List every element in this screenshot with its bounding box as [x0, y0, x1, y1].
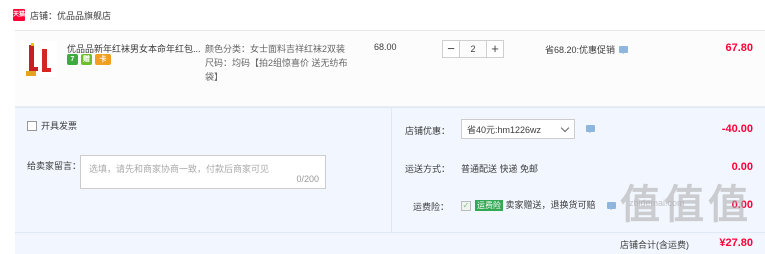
store-total-label: 店铺合计(含运费): [620, 240, 689, 250]
product-thumbnail[interactable]: [21, 41, 57, 77]
promotion-detail-icon[interactable]: [619, 46, 629, 54]
message-char-counter: 0/200: [296, 174, 319, 184]
store-coupon-amount: -40.00: [721, 123, 753, 135]
decrease-quantity-button[interactable]: −: [442, 40, 460, 58]
shipping-method: 普通配送 快递 免邮: [461, 164, 539, 174]
watermark-url: zhidemai.com: [629, 198, 685, 208]
promotion-text: 省68.20:优惠促销: [545, 45, 616, 55]
credit-card-icon[interactable]: 卡: [95, 54, 111, 65]
seller-message-input[interactable]: 选填，请先和商家协商一致，付款后商家可见 0/200: [80, 155, 326, 189]
gift-icon[interactable]: 赠: [81, 54, 92, 65]
coupon-detail-icon[interactable]: [586, 125, 595, 133]
sku-info: 颜色分类：女士面料吉祥红袜2双装 尺码：均码【拍2组惊喜价 送无纺布袋】: [205, 42, 355, 84]
chevron-down-icon: [560, 123, 570, 133]
invoice-checkbox[interactable]: [27, 120, 37, 131]
quantity-stepper: − 2 +: [442, 40, 504, 58]
message-placeholder: 选填，请先和商家协商一致，付款后商家可见: [89, 164, 270, 174]
invoice-label: 开具发票: [41, 121, 78, 131]
tmall-badge-icon: 天猫: [13, 9, 25, 21]
store-coupon-label: 店铺优惠：: [405, 126, 451, 136]
service-badges: 7 赠 卡: [67, 54, 111, 65]
shop-header: 天猫 店铺：优品品旗舰店: [0, 0, 765, 30]
store-total-amount: ¥27.80: [719, 237, 753, 249]
promotion-info: 省68.20:优惠促销: [545, 43, 629, 56]
increase-quantity-button[interactable]: +: [486, 40, 504, 58]
message-label: 给卖家留言：: [27, 161, 82, 171]
store-total-row: 店铺合计(含运费) ¥27.80: [15, 232, 765, 254]
freight-insurance-desc: 卖家赠送，退换货可赔: [505, 200, 596, 210]
cart-item-row: 优品品新年红袜男女本命年红包... 7 赠 卡 颜色分类：女士面料吉祥红袜2双装…: [15, 30, 765, 107]
check-icon: ✓: [461, 200, 471, 211]
freight-insurance-label: 运费险：: [413, 202, 450, 212]
invoice-option[interactable]: 开具发票: [27, 119, 77, 132]
store-coupon-select[interactable]: 省40元:hm1226wz: [461, 119, 575, 139]
quantity-input[interactable]: 2: [460, 40, 486, 58]
store-coupon-value: 省40元:hm1226wz: [467, 124, 542, 135]
freight-insurance-option: ✓ 运费险 卖家赠送，退换货可赔: [461, 198, 596, 212]
freight-insurance-tag: 运费险: [475, 200, 503, 212]
shop-name-link[interactable]: 店铺：优品品旗舰店: [30, 9, 111, 22]
unit-price: 68.00: [374, 42, 397, 52]
sku-size: 尺码：均码【拍2组惊喜价 送无纺布袋】: [205, 58, 348, 82]
seven-day-return-icon[interactable]: 7: [67, 54, 78, 65]
sku-color: 颜色分类：女士面料吉祥红袜2双装: [205, 44, 346, 54]
item-subtotal: 67.80: [725, 42, 753, 54]
shipping-label: 运送方式：: [405, 164, 451, 174]
freight-insurance-info-icon[interactable]: [607, 202, 616, 210]
